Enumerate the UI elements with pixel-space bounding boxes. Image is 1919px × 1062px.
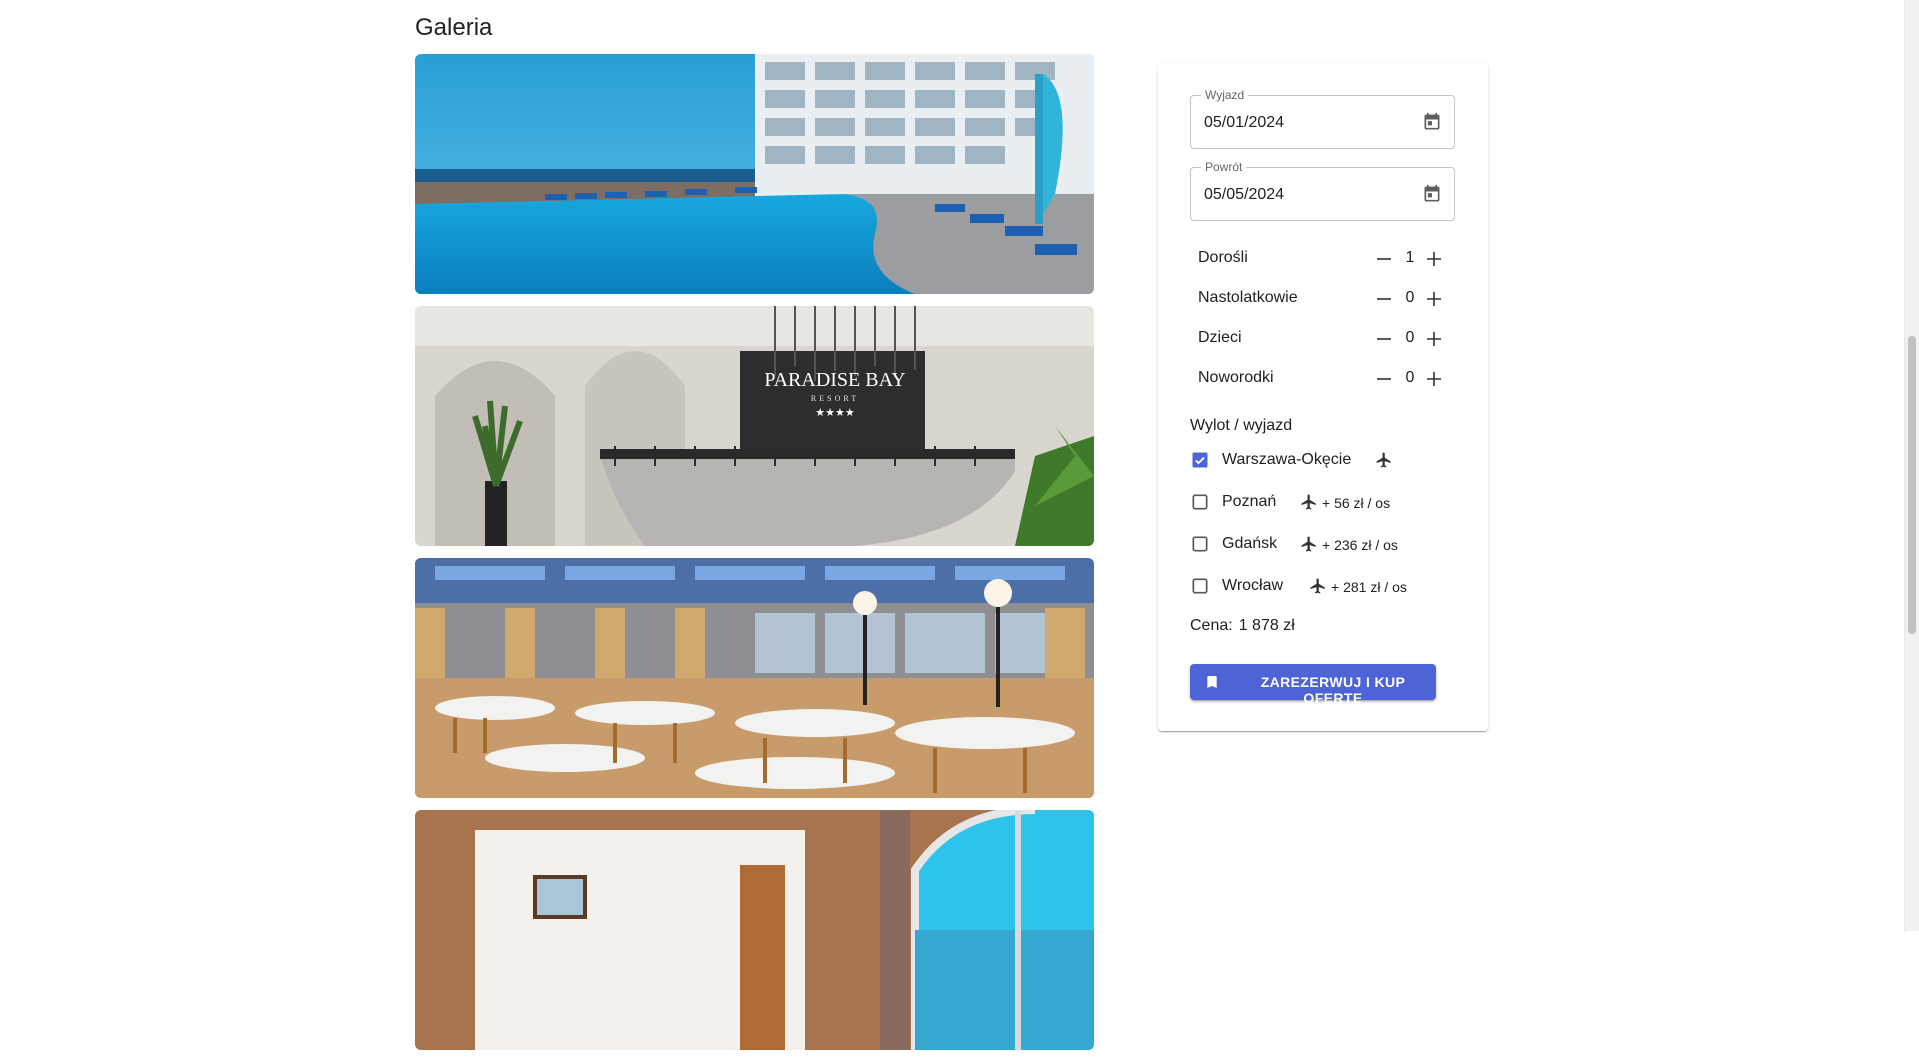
counter-adults: Dorośli 1 (1198, 245, 1448, 273)
minus-icon[interactable] (1372, 247, 1396, 271)
booking-card: Wyjazd 05/01/2024 Powrót 05/05/2024 Doro… (1158, 63, 1488, 731)
minus-icon[interactable] (1372, 287, 1396, 311)
counter-value: 0 (1405, 289, 1415, 306)
counter-label: Nastolatkowie (1198, 289, 1298, 306)
airport-label: Warszawa-Okęcie (1222, 451, 1352, 468)
gallery-photo-room[interactable] (415, 810, 1094, 1050)
departure-date-field[interactable]: Wyjazd 05/01/2024 (1190, 88, 1455, 149)
counter-label: Dorośli (1198, 249, 1248, 266)
minus-icon[interactable] (1372, 367, 1396, 391)
departure-section-label: Wylot / wyjazd (1190, 417, 1293, 434)
checkbox-unchecked-icon[interactable] (1190, 576, 1210, 596)
airport-option-poznan[interactable]: Poznań + 56 zł / os (1190, 489, 1470, 515)
minus-icon[interactable] (1372, 327, 1396, 351)
checkbox-unchecked-icon[interactable] (1190, 492, 1210, 512)
return-date-value[interactable]: 05/05/2024 (1204, 186, 1284, 204)
airport-option-wroclaw[interactable]: Wrocław + 281 zł / os (1190, 573, 1470, 599)
counter-value: 0 (1405, 329, 1415, 346)
book-button-label: ZAREZERWUJ I KUP OFERTĘ (1260, 674, 1406, 706)
sign-stars: ★★★★ (815, 406, 855, 419)
airport-option-warszawa[interactable]: Warszawa-Okęcie (1190, 447, 1470, 473)
plus-icon[interactable] (1422, 367, 1446, 391)
airport-option-gdansk[interactable]: Gdańsk + 236 zł / os (1190, 531, 1470, 557)
gallery-photo-reception[interactable]: PARADISE BAY RESORT ★★★★ (415, 306, 1094, 546)
gallery-photo-pool[interactable] (415, 54, 1094, 294)
counter-label: Noworodki (1198, 369, 1274, 386)
departure-date-label: Wyjazd (1201, 88, 1249, 102)
scrollbar-thumb[interactable] (1908, 336, 1916, 634)
room-image (415, 810, 1094, 1050)
plus-icon[interactable] (1422, 247, 1446, 271)
bookmark-icon (1207, 676, 1217, 688)
gallery-title: Galeria (415, 14, 493, 41)
counter-value: 1 (1405, 249, 1415, 266)
airport-label: Wrocław (1222, 577, 1284, 594)
counter-teens: Nastolatkowie 0 (1198, 285, 1448, 313)
counter-infants: Noworodki 0 (1198, 365, 1448, 393)
airplane-icon (1310, 578, 1325, 594)
page-scrollbar[interactable] (1904, 0, 1919, 931)
calendar-icon[interactable] (1422, 183, 1442, 205)
checkbox-unchecked-icon[interactable] (1190, 534, 1210, 554)
price-label: Cena: (1190, 617, 1233, 634)
plus-icon[interactable] (1422, 327, 1446, 351)
calendar-icon[interactable] (1422, 111, 1442, 133)
restaurant-image (415, 558, 1094, 798)
plus-icon[interactable] (1422, 287, 1446, 311)
counter-children: Dzieci 0 (1198, 325, 1448, 353)
sign-subtitle: RESORT (811, 394, 859, 403)
price-row: Cena: 1 878 zł (1190, 617, 1295, 635)
return-date-field[interactable]: Powrót 05/05/2024 (1190, 160, 1455, 221)
airplane-icon (1376, 452, 1391, 468)
airplane-icon (1301, 536, 1316, 552)
departure-date-value[interactable]: 05/01/2024 (1204, 114, 1284, 132)
airport-surcharge: + 281 zł / os (1331, 579, 1407, 595)
counter-value: 0 (1405, 369, 1415, 386)
pool-image (415, 54, 1094, 294)
return-date-label: Powrót (1201, 160, 1247, 174)
sign-title: PARADISE BAY (764, 369, 905, 391)
airport-label: Poznań (1222, 493, 1277, 510)
airport-surcharge: + 236 zł / os (1322, 537, 1398, 553)
airplane-icon (1301, 494, 1316, 510)
book-and-buy-button[interactable]: ZAREZERWUJ I KUP OFERTĘ (1190, 664, 1436, 706)
reception-image: PARADISE BAY RESORT ★★★★ (415, 306, 1094, 546)
gallery: PARADISE BAY RESORT ★★★★ (415, 54, 1094, 1062)
counter-label: Dzieci (1198, 329, 1242, 346)
airport-surcharge: + 56 zł / os (1322, 495, 1391, 511)
airport-label: Gdańsk (1222, 535, 1278, 552)
checkbox-checked-icon[interactable] (1190, 450, 1210, 470)
gallery-photo-restaurant[interactable] (415, 558, 1094, 798)
price-value: 1 878 zł (1238, 617, 1295, 634)
